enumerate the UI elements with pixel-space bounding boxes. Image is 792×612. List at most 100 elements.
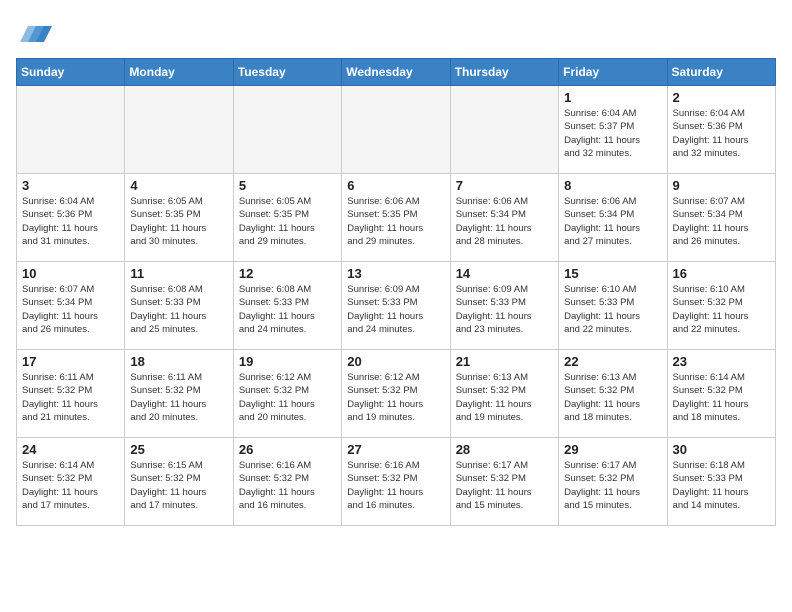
day-number: 7 bbox=[456, 178, 553, 193]
calendar-day bbox=[125, 86, 233, 174]
calendar-day: 1 Sunrise: 6:04 AM Sunset: 5:37 PM Daylig… bbox=[559, 86, 667, 174]
calendar-day: 19 Sunrise: 6:12 AM Sunset: 5:32 PM Dayli… bbox=[233, 350, 341, 438]
calendar-day: 29Sunrise: 6:17 AM Sunset: 5:32 PM Dayli… bbox=[559, 438, 667, 526]
day-info: Sunrise: 6:12 AM Sunset: 5:32 PM Dayligh… bbox=[347, 371, 444, 424]
calendar-day: 8 Sunrise: 6:06 AM Sunset: 5:34 PM Daylig… bbox=[559, 174, 667, 262]
calendar-day: 18Sunrise: 6:11 AM Sunset: 5:32 PM Dayli… bbox=[125, 350, 233, 438]
calendar-day: 20 Sunrise: 6:12 AM Sunset: 5:32 PM Dayli… bbox=[342, 350, 450, 438]
calendar-day: 22 Sunrise: 6:13 AM Sunset: 5:32 PM Dayli… bbox=[559, 350, 667, 438]
calendar-day: 3 Sunrise: 6:04 AM Sunset: 5:36 PM Daylig… bbox=[17, 174, 125, 262]
day-info: Sunrise: 6:04 AM Sunset: 5:36 PM Dayligh… bbox=[673, 107, 770, 160]
calendar-day: 26 Sunrise: 6:16 AM Sunset: 5:32 PM Dayli… bbox=[233, 438, 341, 526]
calendar-day bbox=[233, 86, 341, 174]
calendar-day: 4 Sunrise: 6:05 AM Sunset: 5:35 PM Daylig… bbox=[125, 174, 233, 262]
calendar-day bbox=[17, 86, 125, 174]
day-info: Sunrise: 6:08 AM Sunset: 5:33 PM Dayligh… bbox=[130, 283, 227, 336]
day-info: Sunrise: 6:14 AM Sunset: 5:32 PM Dayligh… bbox=[673, 371, 770, 424]
calendar-table: SundayMondayTuesdayWednesdayThursdayFrid… bbox=[16, 58, 776, 526]
day-info: Sunrise: 6:13 AM Sunset: 5:32 PM Dayligh… bbox=[564, 371, 661, 424]
day-number: 21 bbox=[456, 354, 553, 369]
day-info: Sunrise: 6:17 AM Sunset: 5:32 PM Dayligh… bbox=[456, 459, 553, 512]
calendar-day: 27 Sunrise: 6:16 AM Sunset: 5:32 PM Dayli… bbox=[342, 438, 450, 526]
day-header-saturday: Saturday bbox=[667, 59, 775, 86]
day-number: 16 bbox=[673, 266, 770, 281]
day-number: 20 bbox=[347, 354, 444, 369]
calendar-day: 25 Sunrise: 6:15 AM Sunset: 5:32 PM Dayli… bbox=[125, 438, 233, 526]
calendar-day: 15 Sunrise: 6:10 AM Sunset: 5:33 PM Dayli… bbox=[559, 262, 667, 350]
day-number: 5 bbox=[239, 178, 336, 193]
day-number: 28 bbox=[456, 442, 553, 457]
day-info: Sunrise: 6:15 AM Sunset: 5:32 PM Dayligh… bbox=[130, 459, 227, 512]
day-info: Sunrise: 6:16 AM Sunset: 5:32 PM Dayligh… bbox=[347, 459, 444, 512]
calendar-day: 10Sunrise: 6:07 AM Sunset: 5:34 PM Dayli… bbox=[17, 262, 125, 350]
calendar-day: 14 Sunrise: 6:09 AM Sunset: 5:33 PM Dayli… bbox=[450, 262, 558, 350]
day-number: 26 bbox=[239, 442, 336, 457]
day-number: 27 bbox=[347, 442, 444, 457]
day-info: Sunrise: 6:05 AM Sunset: 5:35 PM Dayligh… bbox=[130, 195, 227, 248]
calendar-day: 5Sunrise: 6:05 AM Sunset: 5:35 PM Daylig… bbox=[233, 174, 341, 262]
day-info: Sunrise: 6:06 AM Sunset: 5:34 PM Dayligh… bbox=[564, 195, 661, 248]
day-info: Sunrise: 6:06 AM Sunset: 5:34 PM Dayligh… bbox=[456, 195, 553, 248]
calendar-header-row: SundayMondayTuesdayWednesdayThursdayFrid… bbox=[17, 59, 776, 86]
day-number: 25 bbox=[130, 442, 227, 457]
day-info: Sunrise: 6:10 AM Sunset: 5:32 PM Dayligh… bbox=[673, 283, 770, 336]
day-number: 2 bbox=[673, 90, 770, 105]
day-header-sunday: Sunday bbox=[17, 59, 125, 86]
day-info: Sunrise: 6:07 AM Sunset: 5:34 PM Dayligh… bbox=[673, 195, 770, 248]
day-number: 8 bbox=[564, 178, 661, 193]
day-number: 12 bbox=[239, 266, 336, 281]
day-header-monday: Monday bbox=[125, 59, 233, 86]
day-info: Sunrise: 6:06 AM Sunset: 5:35 PM Dayligh… bbox=[347, 195, 444, 248]
day-info: Sunrise: 6:04 AM Sunset: 5:37 PM Dayligh… bbox=[564, 107, 661, 160]
calendar-week-row: 10Sunrise: 6:07 AM Sunset: 5:34 PM Dayli… bbox=[17, 262, 776, 350]
day-number: 10 bbox=[22, 266, 119, 281]
calendar-day: 16 Sunrise: 6:10 AM Sunset: 5:32 PM Dayli… bbox=[667, 262, 775, 350]
day-number: 19 bbox=[239, 354, 336, 369]
calendar-day bbox=[342, 86, 450, 174]
day-info: Sunrise: 6:10 AM Sunset: 5:33 PM Dayligh… bbox=[564, 283, 661, 336]
calendar-day: 11 Sunrise: 6:08 AM Sunset: 5:33 PM Dayli… bbox=[125, 262, 233, 350]
day-number: 29 bbox=[564, 442, 661, 457]
day-number: 6 bbox=[347, 178, 444, 193]
day-number: 3 bbox=[22, 178, 119, 193]
calendar-day: 9 Sunrise: 6:07 AM Sunset: 5:34 PM Daylig… bbox=[667, 174, 775, 262]
day-number: 13 bbox=[347, 266, 444, 281]
day-info: Sunrise: 6:04 AM Sunset: 5:36 PM Dayligh… bbox=[22, 195, 119, 248]
day-header-thursday: Thursday bbox=[450, 59, 558, 86]
calendar-day: 6 Sunrise: 6:06 AM Sunset: 5:35 PM Daylig… bbox=[342, 174, 450, 262]
day-number: 4 bbox=[130, 178, 227, 193]
calendar-day: 17 Sunrise: 6:11 AM Sunset: 5:32 PM Dayli… bbox=[17, 350, 125, 438]
day-number: 22 bbox=[564, 354, 661, 369]
calendar-day: 28 Sunrise: 6:17 AM Sunset: 5:32 PM Dayli… bbox=[450, 438, 558, 526]
calendar-week-row: 24Sunrise: 6:14 AM Sunset: 5:32 PM Dayli… bbox=[17, 438, 776, 526]
logo-icon bbox=[20, 16, 52, 48]
day-info: Sunrise: 6:12 AM Sunset: 5:32 PM Dayligh… bbox=[239, 371, 336, 424]
day-number: 14 bbox=[456, 266, 553, 281]
calendar-week-row: 3 Sunrise: 6:04 AM Sunset: 5:36 PM Daylig… bbox=[17, 174, 776, 262]
day-info: Sunrise: 6:11 AM Sunset: 5:32 PM Dayligh… bbox=[22, 371, 119, 424]
day-number: 17 bbox=[22, 354, 119, 369]
calendar-day: 7 Sunrise: 6:06 AM Sunset: 5:34 PM Daylig… bbox=[450, 174, 558, 262]
day-number: 11 bbox=[130, 266, 227, 281]
day-number: 15 bbox=[564, 266, 661, 281]
day-number: 9 bbox=[673, 178, 770, 193]
calendar-day: 12 Sunrise: 6:08 AM Sunset: 5:33 PM Dayli… bbox=[233, 262, 341, 350]
calendar-day: 24Sunrise: 6:14 AM Sunset: 5:32 PM Dayli… bbox=[17, 438, 125, 526]
logo bbox=[16, 16, 52, 48]
day-info: Sunrise: 6:09 AM Sunset: 5:33 PM Dayligh… bbox=[347, 283, 444, 336]
day-header-tuesday: Tuesday bbox=[233, 59, 341, 86]
day-info: Sunrise: 6:08 AM Sunset: 5:33 PM Dayligh… bbox=[239, 283, 336, 336]
day-info: Sunrise: 6:16 AM Sunset: 5:32 PM Dayligh… bbox=[239, 459, 336, 512]
calendar-week-row: 17 Sunrise: 6:11 AM Sunset: 5:32 PM Dayli… bbox=[17, 350, 776, 438]
day-number: 18 bbox=[130, 354, 227, 369]
day-header-wednesday: Wednesday bbox=[342, 59, 450, 86]
calendar-day: 21 Sunrise: 6:13 AM Sunset: 5:32 PM Dayli… bbox=[450, 350, 558, 438]
day-number: 1 bbox=[564, 90, 661, 105]
page-header bbox=[16, 16, 776, 48]
day-info: Sunrise: 6:09 AM Sunset: 5:33 PM Dayligh… bbox=[456, 283, 553, 336]
day-info: Sunrise: 6:13 AM Sunset: 5:32 PM Dayligh… bbox=[456, 371, 553, 424]
day-info: Sunrise: 6:14 AM Sunset: 5:32 PM Dayligh… bbox=[22, 459, 119, 512]
calendar-week-row: 1 Sunrise: 6:04 AM Sunset: 5:37 PM Daylig… bbox=[17, 86, 776, 174]
calendar-day: 2 Sunrise: 6:04 AM Sunset: 5:36 PM Daylig… bbox=[667, 86, 775, 174]
day-number: 23 bbox=[673, 354, 770, 369]
